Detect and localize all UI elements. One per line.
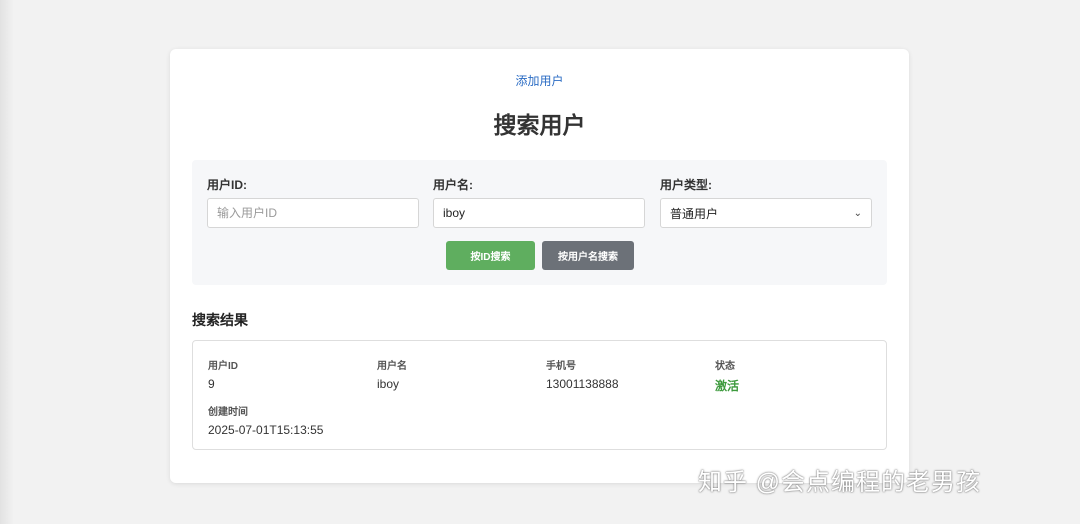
result-user-id-value: 9 bbox=[208, 377, 215, 391]
result-status-label: 状态 bbox=[715, 361, 735, 372]
result-created-at-value: 2025-07-01T15:13:55 bbox=[208, 423, 324, 437]
result-username-label: 用户名 bbox=[377, 361, 407, 372]
user-id-label: 用户ID: bbox=[207, 178, 247, 192]
result-created-at: 创建时间 2025-07-01T15:13:55 bbox=[208, 403, 323, 437]
user-type-select[interactable]: 普通用户 ⌄ bbox=[660, 198, 872, 228]
search-by-username-button[interactable]: 按用户名搜索 bbox=[542, 241, 634, 270]
chevron-down-icon: ⌄ bbox=[853, 207, 862, 219]
result-user-id-label: 用户ID bbox=[208, 361, 238, 372]
username-field-group: 用户名: bbox=[433, 176, 645, 228]
add-user-link[interactable]: 添加用户 bbox=[170, 72, 909, 89]
user-type-selected-value: 普通用户 bbox=[670, 206, 719, 221]
result-user-id: 用户ID 9 bbox=[208, 357, 238, 391]
username-label: 用户名: bbox=[433, 178, 473, 192]
zhihu-watermark: 知乎 @会点编程的老男孩 bbox=[698, 469, 982, 496]
search-form-panel: 用户ID: 用户名: 用户类型: 普通用户 ⌄ 按ID搜索 按用户名搜索 bbox=[192, 160, 887, 285]
user-id-field-group: 用户ID: bbox=[207, 176, 419, 228]
search-card: 添加用户 搜索用户 用户ID: 用户名: 用户类型: 普通用户 ⌄ 按ID搜索 … bbox=[170, 49, 909, 483]
user-type-label: 用户类型: bbox=[660, 178, 712, 192]
result-phone: 手机号 13001138888 bbox=[546, 357, 619, 391]
result-phone-label: 手机号 bbox=[546, 361, 576, 372]
result-item: 用户ID 9 用户名 iboy 手机号 13001138888 状态 激活 创建… bbox=[192, 340, 887, 450]
result-status: 状态 激活 bbox=[715, 357, 739, 394]
result-created-at-label: 创建时间 bbox=[208, 407, 248, 418]
page-title: 搜索用户 bbox=[493, 112, 586, 138]
result-username-value: iboy bbox=[377, 377, 400, 391]
username-input[interactable] bbox=[433, 198, 645, 228]
user-id-input[interactable] bbox=[207, 198, 419, 228]
result-phone-value: 13001138888 bbox=[546, 377, 619, 391]
results-heading: 搜索结果 bbox=[192, 312, 248, 328]
search-by-id-button[interactable]: 按ID搜索 bbox=[446, 241, 535, 270]
window-edge-shadow bbox=[0, 0, 14, 524]
status-badge: 激活 bbox=[715, 379, 740, 393]
result-username: 用户名 iboy bbox=[377, 357, 407, 391]
user-type-field-group: 用户类型: 普通用户 ⌄ bbox=[660, 176, 872, 228]
